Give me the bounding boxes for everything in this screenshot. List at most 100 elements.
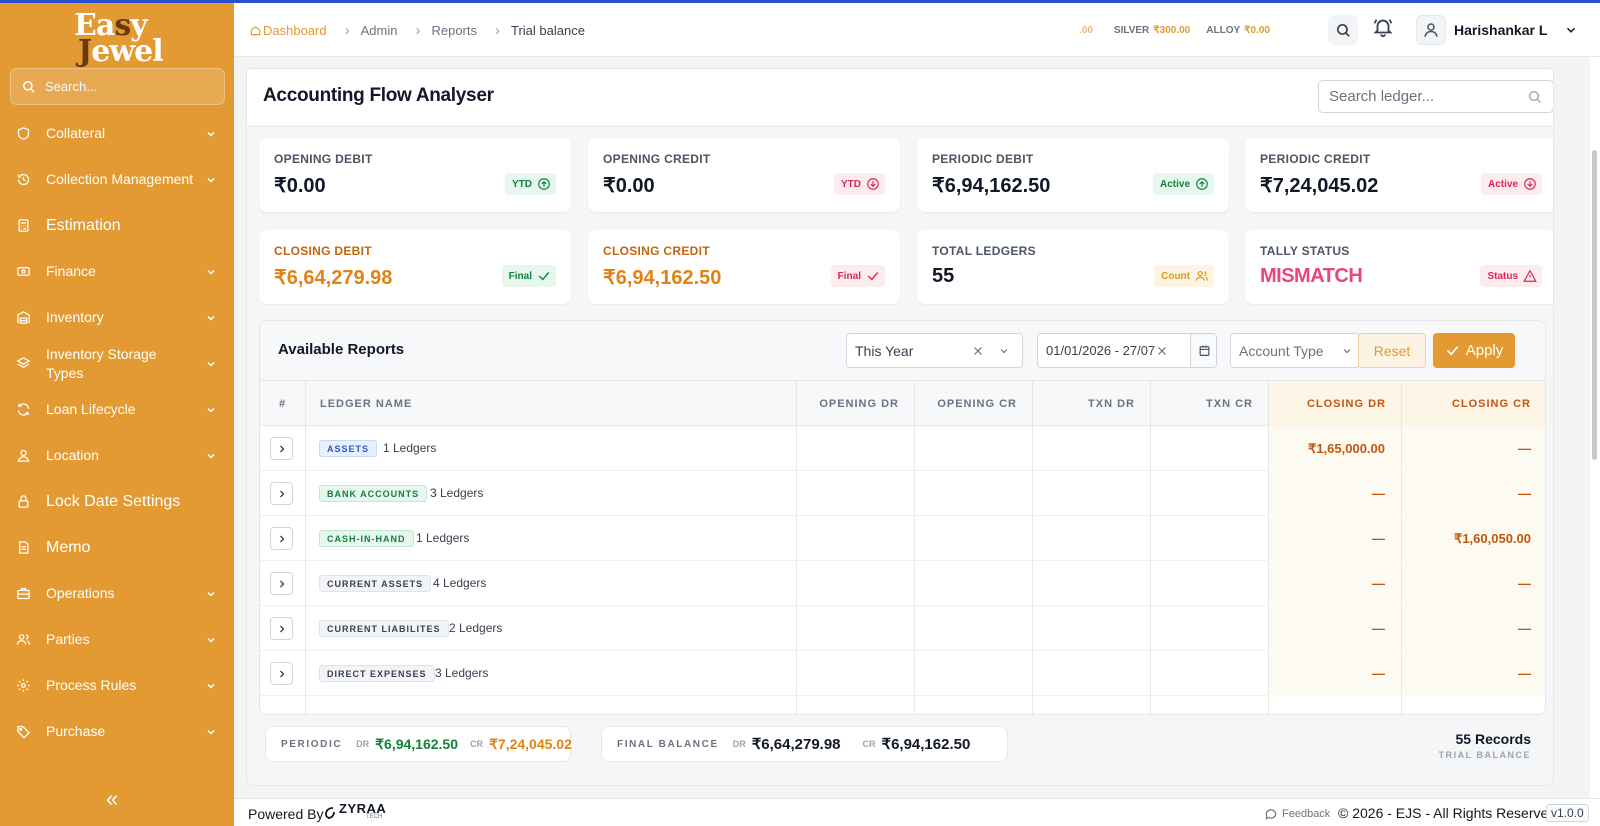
expand-row-button[interactable] (270, 527, 293, 550)
clear-icon[interactable] (972, 345, 984, 357)
column-header-closing-dr[interactable]: CLOSING DR (1269, 381, 1402, 426)
column-header-ledger-name[interactable]: LEDGER NAME (320, 381, 620, 426)
summary-periodic-cr: ₹7,24,045.02 (489, 735, 572, 752)
users-icon (1195, 271, 1209, 281)
sidebar-item-process-rules[interactable]: Process Rules (0, 676, 234, 695)
sidebar-item-loan-lifecycle[interactable]: Loan Lifecycle (0, 400, 234, 419)
apply-button[interactable]: Apply (1433, 333, 1515, 368)
table-row[interactable]: CURRENT LIABILITES 2 Ledgers — — (260, 606, 1545, 651)
sidebar-item-collection-management[interactable]: Collection Management (0, 170, 234, 189)
reports-table-section: Available Reports This Year 01/01/2026 -… (259, 320, 1546, 715)
check-icon (867, 272, 879, 281)
stat-label: TALLY STATUS (1260, 244, 1350, 258)
breadcrumb-reports[interactable]: Reports (431, 23, 477, 38)
sidebar-item-operations[interactable]: Operations (0, 584, 234, 603)
stat-badge: Active (1152, 173, 1214, 195)
column-header-opening-dr[interactable]: OPENING DR (797, 381, 915, 426)
ledger-count: 3 Ledgers (430, 486, 484, 500)
cell-closing-cr: — (1402, 606, 1545, 651)
sidebar-item-inventory[interactable]: Inventory (0, 308, 234, 327)
clear-icon[interactable] (1156, 345, 1168, 357)
stat-badge: YTD (834, 173, 885, 195)
stat-badge: Status (1480, 265, 1542, 287)
cell-closing-dr: — (1269, 651, 1401, 696)
chevron-down-icon (1000, 349, 1008, 354)
stat-value: ₹6,94,162.50 (932, 175, 1051, 197)
stat-label: OPENING DEBIT (274, 152, 373, 166)
column-header-index: # (278, 397, 287, 410)
arrow-down-circle-icon (867, 178, 879, 190)
stat-label: CLOSING CREDIT (603, 244, 710, 258)
breadcrumb-admin[interactable]: Admin (361, 23, 398, 38)
banknote-icon (16, 264, 31, 279)
table-row[interactable]: CASH-IN-HAND 1 Ledgers — ₹1,60,050.00 (260, 516, 1545, 561)
table-row[interactable]: CURRENT ASSETS 4 Ledgers — — (260, 561, 1545, 606)
vendor-name: ZYRAA (339, 801, 387, 816)
sidebar-item-purchase[interactable]: Purchase (0, 722, 234, 741)
breadcrumb-dashboard[interactable]: Dashboard (250, 23, 327, 38)
expand-row-button[interactable] (270, 662, 293, 685)
tag-icon (16, 724, 31, 739)
table-row[interactable]: BANK ACCOUNTS 3 Ledgers — — (260, 471, 1545, 516)
expand-row-button[interactable] (270, 572, 293, 595)
app-logo[interactable]: Easy Jewel (74, 8, 164, 69)
column-header-opening-cr[interactable]: OPENING CR (915, 381, 1033, 426)
chevron-right-icon (279, 535, 284, 542)
expand-row-button[interactable] (270, 482, 293, 505)
sidebar-item-estimation[interactable]: Estimation (0, 216, 234, 235)
summary-dr-label: DR (732, 739, 746, 749)
group-tag: CURRENT LIABILITES (319, 620, 449, 637)
table-row[interactable]: ASSETS 1 Ledgers ₹1,65,000.00 — (260, 426, 1545, 471)
reset-button[interactable]: Reset (1358, 333, 1426, 368)
page-scrollbar-thumb[interactable] (1592, 150, 1597, 460)
zyraa-logo-icon (325, 807, 335, 819)
column-header-txn-dr[interactable]: TXN DR (1033, 381, 1151, 426)
sidebar-item-memo[interactable]: Memo (0, 538, 234, 557)
table-row[interactable]: DIRECT EXPENSES 3 Ledgers — — (260, 651, 1545, 696)
avatar[interactable] (1416, 15, 1446, 45)
expand-row-button[interactable] (270, 437, 293, 460)
sidebar-search-input[interactable]: Search... (10, 68, 225, 105)
column-header-txn-cr[interactable]: TXN CR (1151, 381, 1269, 426)
rate-label-alloy: ALLOY (1206, 24, 1241, 36)
stat-badge-label: Final (837, 270, 861, 282)
search-icon (1336, 23, 1350, 37)
ledger-search-input[interactable]: Search ledger... (1318, 80, 1553, 113)
layers-icon (16, 356, 31, 371)
chevron-right-icon: › (495, 21, 500, 39)
sidebar-item-label: Collateral (46, 125, 106, 141)
vendor-logo[interactable]: ZYRAA TECH (324, 801, 387, 822)
period-select[interactable]: This Year (846, 333, 1023, 368)
stat-card-tally-status: TALLY STATUS MISMATCH Status (1245, 230, 1553, 304)
sidebar-item-label: Inventory Storage Types (46, 346, 157, 381)
ledger-count: 1 Ledgers (416, 531, 470, 545)
sidebar-collapse-button[interactable]: « (106, 786, 118, 812)
chevron-down-icon[interactable] (1564, 23, 1578, 37)
column-header-closing-cr[interactable]: CLOSING CR (1402, 381, 1545, 426)
notifications-button[interactable] (1372, 16, 1394, 38)
sidebar-item-collateral[interactable]: Collateral (0, 124, 234, 143)
calendar-button[interactable] (1190, 334, 1216, 367)
expand-row-button[interactable] (270, 617, 293, 640)
chevron-down-icon (1343, 349, 1351, 354)
stat-label: TOTAL LEDGERS (932, 244, 1036, 258)
sidebar-item-finance[interactable]: Finance (0, 262, 234, 281)
group-tag: DIRECT EXPENSES (319, 665, 435, 682)
sidebar-item-lock-date-settings[interactable]: Lock Date Settings (0, 492, 234, 511)
feedback-link[interactable]: Feedback (1264, 807, 1330, 821)
logo-text: ewel (91, 34, 163, 69)
stat-value: ₹6,64,279.98 (274, 267, 393, 289)
account-type-select[interactable]: Account Type (1230, 333, 1360, 368)
sidebar-item-parties[interactable]: Parties (0, 630, 234, 649)
check-icon (1446, 346, 1458, 356)
header-search-button[interactable] (1328, 15, 1358, 45)
chevron-right-icon (279, 625, 284, 632)
chevron-down-icon (205, 634, 217, 646)
user-name[interactable]: Harishankar L (1454, 22, 1547, 38)
metal-rates-ticker: .00 SILVER ₹300.00 ALLOY ₹0.00 (1079, 3, 1286, 57)
chevron-down-icon (205, 450, 217, 462)
sidebar-item-location[interactable]: Location (0, 446, 234, 465)
sidebar-search-placeholder: Search... (45, 79, 98, 94)
sidebar-item-inventory-storage-types[interactable]: Inventory Storage Types (0, 344, 234, 384)
date-range-input[interactable]: 01/01/2026 - 27/07 (1037, 333, 1217, 368)
